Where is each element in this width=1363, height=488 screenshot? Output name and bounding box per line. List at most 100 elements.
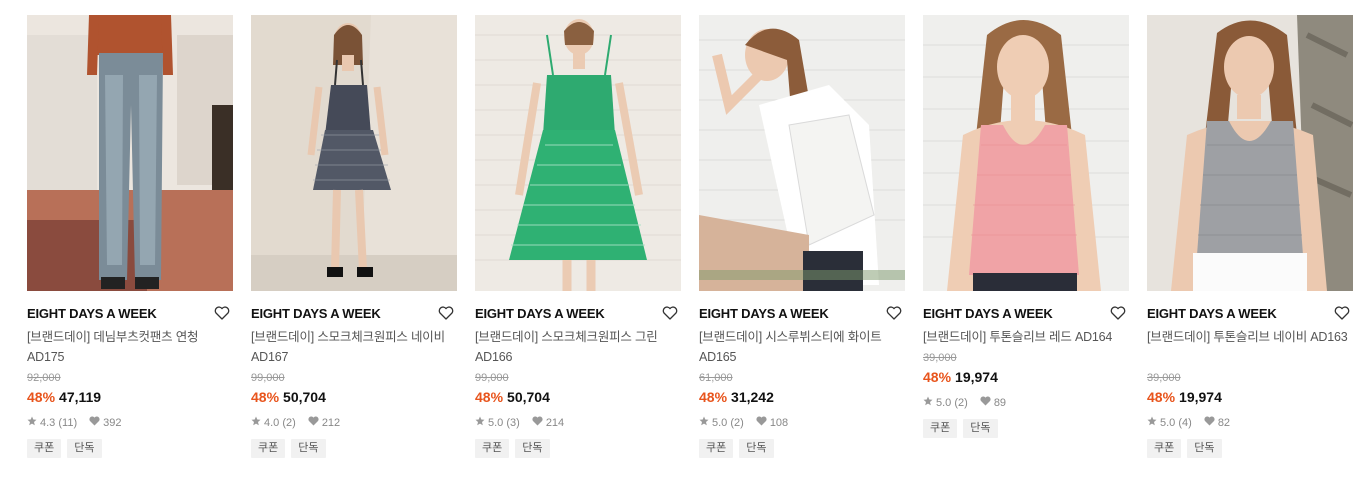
product-card[interactable]: EIGHT DAYS A WEEK [브랜드데이] 스모크체크원피스 네이비 A… (251, 15, 457, 458)
like-count: 108 (769, 417, 789, 429)
product-photo-green-check-dress (475, 15, 681, 291)
product-card[interactable]: EIGHT DAYS A WEEK [브랜드데이] 투톤슬리브 네이비 AD16… (1147, 15, 1353, 458)
coupon-tag: 쿠폰 (251, 439, 286, 458)
brand-name[interactable]: EIGHT DAYS A WEEK (699, 306, 829, 321)
brand-name[interactable]: EIGHT DAYS A WEEK (1147, 306, 1277, 321)
brand-name[interactable]: EIGHT DAYS A WEEK (251, 306, 381, 321)
sale-price: 31,242 (731, 389, 774, 405)
review-count: (4) (1178, 417, 1192, 429)
like-heart-icon (532, 416, 543, 430)
product-name[interactable]: [브랜드데이] 투톤슬리브 레드 AD164 (923, 327, 1129, 347)
product-name[interactable]: [브랜드데이] 스모크체크원피스 네이비 AD167 (251, 327, 457, 367)
star-icon (251, 416, 261, 430)
sale-price: 47,119 (59, 389, 102, 405)
rating-value: 4.0 (264, 417, 280, 429)
product-image[interactable] (27, 15, 233, 291)
sale-price: 50,704 (507, 389, 550, 405)
discount-rate: 48% (27, 389, 56, 405)
original-price: 99,000 (251, 372, 285, 384)
like-heart-icon (308, 416, 319, 430)
tag-list: 쿠폰 단독 (251, 439, 457, 458)
wishlist-heart-icon[interactable] (885, 305, 903, 321)
coupon-tag: 쿠폰 (475, 439, 510, 458)
product-photo-red-sleeveless (923, 15, 1129, 291)
product-card[interactable]: EIGHT DAYS A WEEK [브랜드데이] 데님부츠컷팬츠 연청 AD1… (27, 15, 233, 458)
wishlist-heart-icon[interactable] (1109, 305, 1127, 321)
price-row: 48% 50,704 (475, 388, 681, 406)
product-card[interactable]: EIGHT DAYS A WEEK [브랜드데이] 시스루뷔스티에 화이트 AD… (699, 15, 905, 458)
review-count: (11) (58, 417, 78, 429)
price-row: 48% 19,974 (1147, 388, 1353, 406)
exclusive-tag: 단독 (1187, 439, 1222, 458)
exclusive-tag: 단독 (515, 439, 550, 458)
product-stats: 5.0 (2) 89 (923, 396, 1129, 410)
original-price: 39,000 (1147, 372, 1181, 384)
product-photo-denim-pants (27, 15, 233, 291)
rating-value: 5.0 (936, 397, 952, 409)
original-price: 39,000 (923, 352, 957, 364)
like-heart-icon (756, 416, 767, 430)
wishlist-heart-icon[interactable] (437, 305, 455, 321)
like-heart-icon (980, 396, 991, 410)
product-stats: 4.3 (11) 392 (27, 416, 233, 430)
star-icon (699, 416, 709, 430)
product-name[interactable]: [브랜드데이] 투톤슬리브 네이비 AD163 (1147, 327, 1353, 367)
product-image[interactable] (1147, 15, 1353, 291)
sale-price: 19,974 (955, 369, 998, 385)
product-image[interactable] (699, 15, 905, 291)
product-name[interactable]: [브랜드데이] 스모크체크원피스 그린 AD166 (475, 327, 681, 367)
rating-value: 4.3 (40, 417, 56, 429)
original-price: 61,000 (699, 372, 733, 384)
product-stats: 4.0 (2) 212 (251, 416, 457, 430)
product-card[interactable]: EIGHT DAYS A WEEK [브랜드데이] 스모크체크원피스 그린 AD… (475, 15, 681, 458)
discount-rate: 48% (923, 369, 952, 385)
price-row: 48% 31,242 (699, 388, 905, 406)
product-image[interactable] (923, 15, 1129, 291)
product-stats: 5.0 (4) 82 (1147, 416, 1353, 430)
product-grid: EIGHT DAYS A WEEK [브랜드데이] 데님부츠컷팬츠 연청 AD1… (0, 0, 1363, 488)
star-icon (1147, 416, 1157, 430)
wishlist-heart-icon[interactable] (1333, 305, 1351, 321)
product-photo-white-bustier (699, 15, 905, 291)
exclusive-tag: 단독 (67, 439, 102, 458)
product-image[interactable] (475, 15, 681, 291)
tag-list: 쿠폰 단독 (1147, 439, 1353, 458)
sale-price: 19,974 (1179, 389, 1222, 405)
product-name[interactable]: [브랜드데이] 데님부츠컷팬츠 연청 AD175 (27, 327, 233, 367)
brand-name[interactable]: EIGHT DAYS A WEEK (475, 306, 605, 321)
rating-value: 5.0 (712, 417, 728, 429)
like-heart-icon (1204, 416, 1215, 430)
product-card[interactable]: EIGHT DAYS A WEEK [브랜드데이] 투톤슬리브 레드 AD164… (923, 15, 1129, 438)
tag-list: 쿠폰 단독 (475, 439, 681, 458)
price-row: 48% 47,119 (27, 388, 233, 406)
discount-rate: 48% (1147, 389, 1176, 405)
coupon-tag: 쿠폰 (27, 439, 62, 458)
exclusive-tag: 단독 (739, 439, 774, 458)
sale-price: 50,704 (283, 389, 326, 405)
tag-list: 쿠폰 단독 (27, 439, 233, 458)
product-name[interactable]: [브랜드데이] 시스루뷔스티에 화이트 AD165 (699, 327, 905, 367)
price-row: 48% 50,704 (251, 388, 457, 406)
like-count: 89 (993, 397, 1007, 409)
star-icon (923, 396, 933, 410)
brand-name[interactable]: EIGHT DAYS A WEEK (923, 306, 1053, 321)
coupon-tag: 쿠폰 (923, 419, 958, 438)
like-count: 82 (1217, 417, 1231, 429)
like-heart-icon (89, 416, 100, 430)
review-count: (3) (506, 417, 520, 429)
brand-name[interactable]: EIGHT DAYS A WEEK (27, 306, 157, 321)
product-stats: 5.0 (3) 214 (475, 416, 681, 430)
rating-value: 5.0 (1160, 417, 1176, 429)
product-photo-navy-sleeveless (1147, 15, 1353, 291)
product-photo-navy-check-dress (251, 15, 457, 291)
wishlist-heart-icon[interactable] (213, 305, 231, 321)
tag-list: 쿠폰 단독 (699, 439, 905, 458)
original-price: 99,000 (475, 372, 509, 384)
review-count: (2) (954, 397, 968, 409)
star-icon (27, 416, 37, 430)
price-row: 48% 19,974 (923, 368, 1129, 386)
exclusive-tag: 단독 (963, 419, 998, 438)
review-count: (2) (282, 417, 296, 429)
wishlist-heart-icon[interactable] (661, 305, 679, 321)
product-image[interactable] (251, 15, 457, 291)
